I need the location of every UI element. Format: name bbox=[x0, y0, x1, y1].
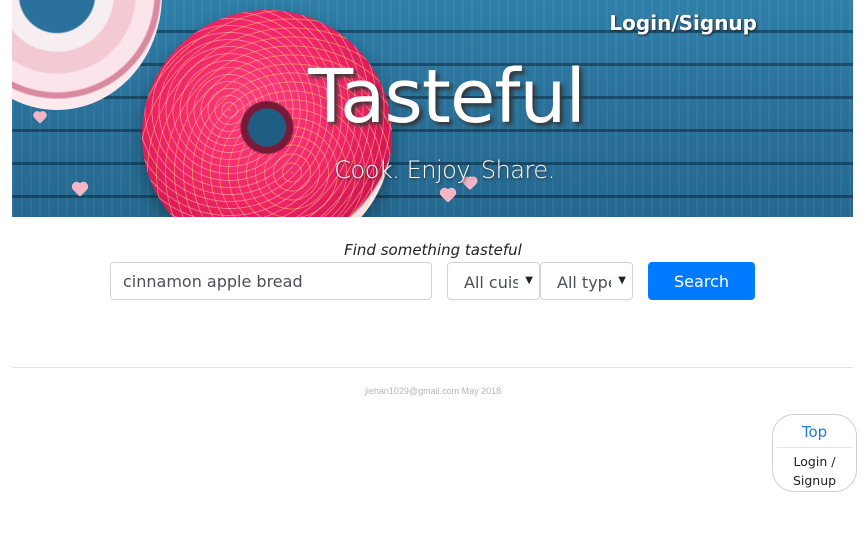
search-input[interactable] bbox=[110, 262, 432, 300]
search-caption: Find something tasteful bbox=[344, 241, 522, 259]
cuisine-select-value: All cuisines bbox=[464, 273, 518, 292]
search-button[interactable]: Search bbox=[648, 262, 755, 300]
site-tagline: Cook. Enjoy. Share. bbox=[334, 156, 555, 184]
footer-divider bbox=[12, 367, 853, 368]
type-select[interactable]: All types ▼ bbox=[540, 262, 633, 300]
heart-sprinkle-icon bbox=[73, 183, 87, 197]
dropdown-caret-icon: ▼ bbox=[525, 275, 533, 286]
floating-login-link[interactable]: Login / Signup bbox=[773, 452, 856, 490]
floating-login-line2: Signup bbox=[792, 473, 837, 488]
cuisine-select[interactable]: All cuisines ▼ bbox=[447, 262, 540, 300]
hero-banner: Login/Signup Tasteful Cook. Enjoy. Share… bbox=[12, 0, 853, 217]
login-signup-link[interactable]: Login/Signup bbox=[609, 11, 757, 35]
type-select-value: All types bbox=[557, 273, 611, 292]
footer-credit: jiehan1029@gmail.com May 2018 bbox=[364, 386, 502, 396]
heart-sprinkle-icon bbox=[441, 189, 455, 203]
site-title: Tasteful bbox=[308, 54, 586, 140]
floating-login-line1: Login / bbox=[793, 454, 836, 469]
floating-nav: Top Login / Signup bbox=[772, 414, 857, 492]
back-to-top-link[interactable]: Top bbox=[773, 423, 856, 441]
floating-nav-divider bbox=[777, 447, 852, 448]
dropdown-caret-icon: ▼ bbox=[618, 275, 626, 286]
